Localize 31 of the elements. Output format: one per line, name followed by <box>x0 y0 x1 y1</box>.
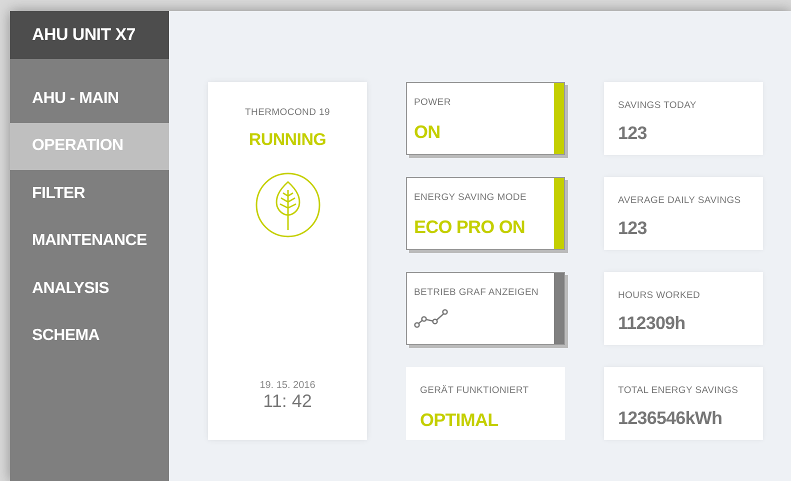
card-value: ECO PRO ON <box>414 217 526 238</box>
card-value: OPTIMAL <box>420 410 500 431</box>
nav-item[interactable]: ANALYSIS <box>10 265 169 312</box>
card-label: HOURS WORKED <box>618 290 702 301</box>
card-label: ENERGY SAVING MODE <box>414 192 528 203</box>
card-label: BETRIEB GRAF ANZEIGEN <box>414 287 540 298</box>
toggle-card[interactable]: ENERGY SAVING MODE ECO PRO ON <box>406 177 565 250</box>
card-value: 123 <box>618 218 648 239</box>
nav-item[interactable]: FILTER <box>10 170 169 218</box>
leaf-icon <box>254 172 320 238</box>
card-label: AVERAGE DAILY SAVINGS <box>618 195 742 206</box>
nav-item[interactable]: SCHEMA <box>10 312 169 360</box>
device-time: 11: 42 <box>263 391 312 412</box>
card-label: POWER <box>414 97 452 108</box>
toggle-card[interactable]: POWER ON <box>406 82 565 155</box>
card-value: 123 <box>618 123 648 144</box>
card-value: 112309h <box>618 313 686 334</box>
device-status: RUNNING <box>248 130 326 150</box>
app-title: AHU UNIT X7 <box>10 11 169 59</box>
device-date: 19. 15. 2016 <box>260 380 316 391</box>
nav-item[interactable]: MAINTENANCE <box>10 218 169 265</box>
nav-item[interactable]: AHU - MAIN <box>10 75 169 122</box>
card-value: 1236546kWh <box>618 408 724 429</box>
card-label: GERÄT FUNKTIONIERT <box>420 385 530 396</box>
card-value: ON <box>414 122 442 143</box>
line-chart-icon <box>414 308 448 328</box>
graph-button[interactable]: BETRIEB GRAF ANZEIGEN <box>406 272 565 345</box>
card-label: SAVINGS TODAY <box>618 100 698 111</box>
state-bar <box>554 273 564 344</box>
card-label: TOTAL ENERGY SAVINGS <box>618 385 740 396</box>
device-name: THERMOCOND 19 <box>245 107 330 118</box>
